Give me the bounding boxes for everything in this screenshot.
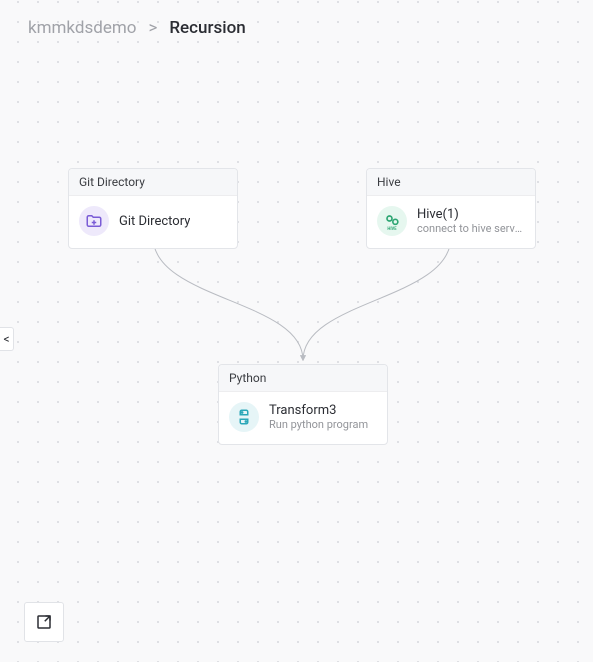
node-subtitle: Run python program <box>269 418 368 431</box>
breadcrumb: kmmkdsdemo > Recursion <box>28 18 246 38</box>
node-body: Git Directory <box>69 196 237 248</box>
node-title: Hive(1) <box>417 207 525 222</box>
breadcrumb-current: Recursion <box>169 18 245 38</box>
node-body: Transform3 Run python program <box>219 392 387 444</box>
node-title: Transform3 <box>269 403 368 418</box>
node-subtitle: connect to hive serve... <box>417 222 525 235</box>
node-body: HIVE Hive(1) connect to hive serve... <box>367 196 535 248</box>
node-header: Hive <box>367 169 535 196</box>
workflow-canvas[interactable]: Git Directory Git Directory Hive HIVE <box>0 0 593 662</box>
svg-text:HIVE: HIVE <box>387 227 397 231</box>
collapse-panel-button[interactable]: < <box>0 327 14 351</box>
hive-icon: HIVE <box>377 206 407 236</box>
fullscreen-button[interactable] <box>24 602 64 642</box>
node-title: Git Directory <box>119 214 190 229</box>
chevron-left-icon: < <box>3 332 9 346</box>
edge-hive-to-python <box>303 237 451 360</box>
node-git-directory[interactable]: Git Directory Git Directory <box>68 168 238 249</box>
breadcrumb-separator: > <box>148 18 157 38</box>
edge-git-to-python <box>153 237 303 360</box>
git-folder-icon <box>79 206 109 236</box>
node-python[interactable]: Python Transform3 Run python program <box>218 364 388 445</box>
node-hive[interactable]: Hive HIVE Hive(1) connect to hive serve.… <box>366 168 536 249</box>
node-header: Git Directory <box>69 169 237 196</box>
python-icon <box>229 402 259 432</box>
edges-layer <box>0 0 593 662</box>
breadcrumb-root[interactable]: kmmkdsdemo <box>28 18 136 38</box>
node-header: Python <box>219 365 387 392</box>
expand-icon <box>35 613 53 631</box>
